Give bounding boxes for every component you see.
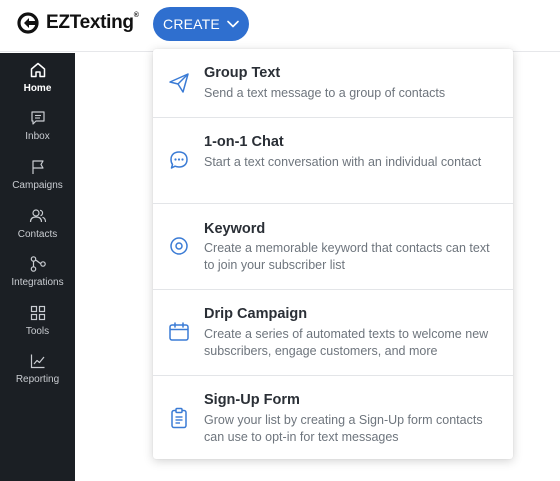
menu-item-group-text[interactable]: Group Text Send a text message to a grou… [153, 49, 513, 117]
home-icon [30, 62, 45, 78]
create-button[interactable]: CREATE [153, 7, 249, 41]
menu-item-title: 1-on-1 Chat [204, 134, 284, 150]
menu-item-title: Keyword [204, 221, 266, 237]
calendar-icon [169, 322, 189, 341]
paper-plane-icon [169, 73, 189, 93]
menu-item-title: Drip Campaign [204, 306, 308, 322]
create-button-label: CREATE [163, 16, 220, 32]
menu-item-sign-up-form[interactable]: Sign-Up Form Grow your list by creating … [153, 375, 513, 459]
menu-item-title: Sign-Up Form [204, 392, 300, 408]
tools-grid-icon [30, 305, 45, 321]
flag-icon [31, 160, 44, 174]
sidebar: Home Inbox Campaigns Contacts Integratio… [0, 53, 75, 481]
sidebar-item-label: Inbox [25, 131, 50, 142]
menu-item-description: Create a series of automated texts to we… [204, 327, 489, 358]
sidebar-item-campaigns[interactable]: Campaigns [0, 158, 75, 204]
sidebar-item-label: Reporting [15, 374, 60, 385]
clipboard-icon [171, 407, 187, 429]
menu-item-1-on-1-chat[interactable]: 1-on-1 Chat Start a text conversation wi… [153, 117, 513, 203]
menu-item-description: Grow your list by creating a Sign-Up for… [204, 413, 483, 444]
menu-item-title: Group Text [204, 65, 281, 81]
logo-text: EZTexting® [46, 12, 139, 33]
contacts-icon [29, 209, 46, 223]
logo[interactable]: EZTexting® [17, 11, 139, 35]
inbox-icon [30, 111, 45, 125]
menu-item-description: Send a text message to a group of contac… [204, 86, 446, 100]
create-dropdown-menu: Group Text Send a text message to a grou… [153, 49, 513, 459]
sidebar-item-label: Home [23, 83, 52, 94]
chevron-down-icon [227, 20, 239, 28]
target-icon [170, 237, 188, 255]
integrations-icon [30, 256, 46, 272]
logo-icon [17, 12, 39, 34]
menu-item-description: Start a text conversation with an indivi… [204, 155, 482, 169]
sidebar-item-inbox[interactable]: Inbox [0, 109, 75, 155]
top-bar: EZTexting® CREATE [0, 0, 560, 52]
sidebar-item-label: Integrations [11, 277, 64, 288]
sidebar-item-tools[interactable]: Tools [0, 304, 75, 350]
sidebar-item-contacts[interactable]: Contacts [0, 207, 75, 253]
sidebar-item-reporting[interactable]: Reporting [0, 352, 75, 398]
chat-bubble-icon [170, 151, 188, 169]
menu-item-description: Create a memorable keyword that contacts… [204, 241, 490, 272]
sidebar-item-label: Campaigns [12, 180, 63, 191]
sidebar-item-home[interactable]: Home [0, 61, 75, 107]
sidebar-item-integrations[interactable]: Integrations [0, 255, 75, 301]
menu-item-drip-campaign[interactable]: Drip Campaign Create a series of automat… [153, 289, 513, 375]
menu-item-keyword[interactable]: Keyword Create a memorable keyword that … [153, 203, 513, 289]
sidebar-item-label: Tools [25, 326, 50, 337]
sidebar-item-label: Contacts [17, 229, 58, 240]
chart-icon [30, 354, 44, 369]
